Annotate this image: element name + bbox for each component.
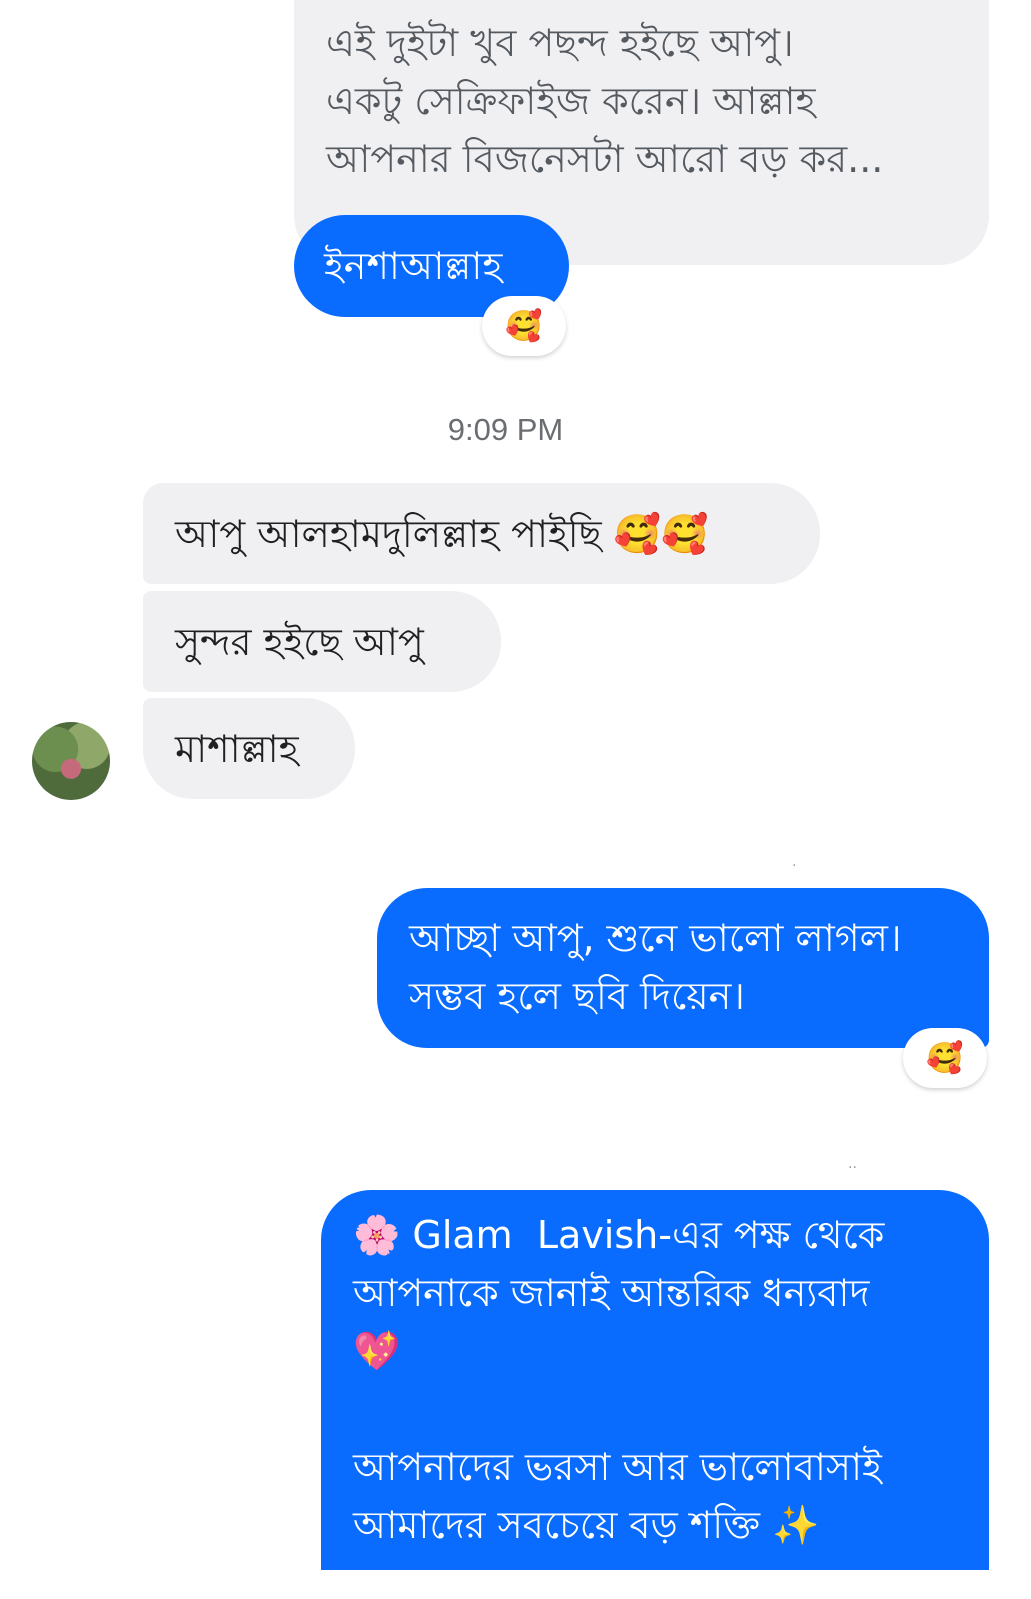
outgoing-message-bubble[interactable]: 🌸 Glam Lavish-এর পক্ষ থেকে আপনাকে জানাই … (321, 1190, 989, 1570)
seen-indicator: · (792, 858, 797, 874)
reaction-badge[interactable]: 🥰 (903, 1028, 987, 1088)
seen-indicator: ·· (848, 1160, 857, 1176)
outgoing-reply-text: ইনশাআল্লাহ (324, 244, 503, 288)
smiling-face-hearts-icon: 🥰 (505, 308, 543, 344)
incoming-message-text: আপু আলহামদুলিল্লাহ পাইছি 🥰🥰 (175, 511, 709, 556)
incoming-message-bubble[interactable]: আপু আলহামদুলিল্লাহ পাইছি 🥰🥰 (143, 483, 820, 584)
incoming-message-bubble[interactable]: মাশাল্লাহ (143, 698, 355, 799)
incoming-message-bubble[interactable]: সুন্দর হইছে আপু (143, 591, 501, 692)
incoming-message-text: সুন্দর হইছে আপু (175, 619, 424, 664)
reaction-badge[interactable]: 🥰 (482, 296, 566, 356)
contact-avatar[interactable] (32, 722, 110, 800)
message-timestamp: 9:09 PM (447, 412, 564, 447)
incoming-message-text: মাশাল্লাহ (175, 726, 299, 771)
smiling-face-hearts-icon: 🥰 (926, 1040, 964, 1076)
outgoing-message-bubble[interactable]: আচ্ছা আপু, শুনে ভালো লাগল। সম্ভব হলে ছবি… (377, 888, 989, 1048)
